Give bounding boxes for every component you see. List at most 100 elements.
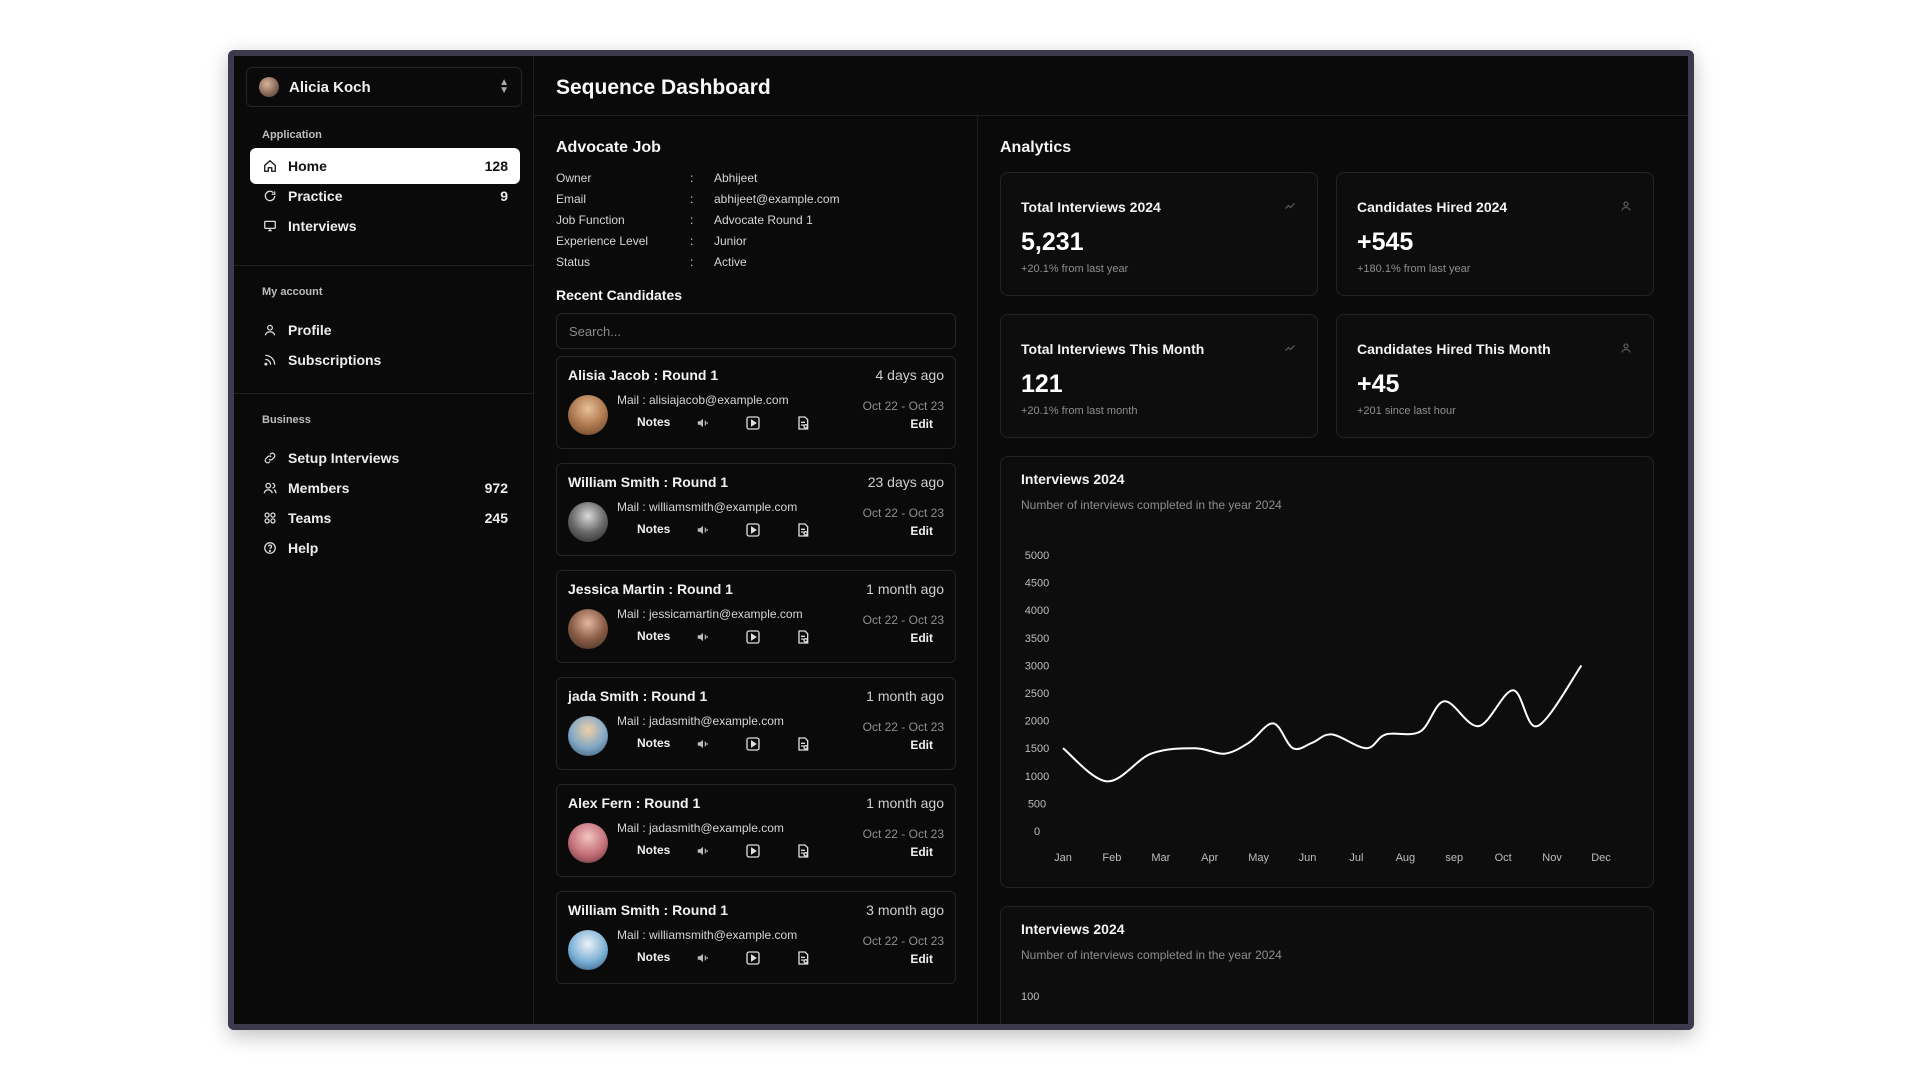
stat-subtext: +201 since last hour [1357,405,1456,417]
document-icon[interactable] [793,734,813,754]
refresh-icon [262,188,278,204]
help-icon [262,540,278,556]
sidebar-item-label: Setup Interviews [288,450,400,466]
notes-button[interactable]: Notes [637,950,670,964]
candidate-email: Mail : jessicamartin@example.com [617,607,803,621]
play-icon[interactable] [743,841,763,861]
sidebar-item-count: 9 [500,188,508,204]
y-tick-label: 3500 [1025,633,1049,645]
analytics-panel: Analytics Total Interviews 2024 5,231 +2… [978,116,1688,1024]
edit-button[interactable]: Edit [910,952,933,966]
document-icon[interactable] [793,841,813,861]
candidate-name: William Smith : Round 1 [568,902,729,918]
document-icon[interactable] [793,520,813,540]
job-field-experience: Experience Level : Junior [556,234,747,248]
candidate-email: Mail : jadasmith@example.com [617,821,784,835]
field-separator: : [690,255,694,269]
play-icon[interactable] [743,948,763,968]
avatar [259,77,279,97]
candidate-name: Jessica Martin : Round 1 [568,581,733,597]
stat-card-hired-this-month: Candidates Hired This Month +45 +201 sin… [1336,314,1654,438]
candidate-card[interactable]: Alisia Jacob : Round 1 4 days ago Mail :… [556,356,956,449]
edit-button[interactable]: Edit [910,845,933,859]
sidebar-item-label: Practice [288,188,343,204]
field-separator: : [690,213,694,227]
play-icon[interactable] [743,734,763,754]
document-icon[interactable] [793,413,813,433]
edit-button[interactable]: Edit [910,524,933,538]
stat-card-candidates-hired-2024: Candidates Hired 2024 +545 +180.1% from … [1336,172,1654,296]
notes-button[interactable]: Notes [637,843,670,857]
stat-title: Total Interviews 2024 [1021,199,1161,215]
notes-button[interactable]: Notes [637,629,670,643]
candidate-date-range: Oct 22 - Oct 23 [862,399,944,413]
divider [234,265,534,266]
candidate-card[interactable]: jada Smith : Round 1 1 month ago Mail : … [556,677,956,770]
candidate-card[interactable]: William Smith : Round 1 23 days ago Mail… [556,463,956,556]
x-tick-label: sep [1445,852,1463,864]
document-icon[interactable] [793,948,813,968]
divider [234,393,534,394]
candidate-time-ago: 23 days ago [867,474,944,490]
job-title: Advocate Job [556,139,661,156]
y-tick-label: 5000 [1025,550,1049,562]
notes-button[interactable]: Notes [637,736,670,750]
sidebar-item-interviews[interactable]: Interviews [250,208,520,244]
home-icon [262,158,278,174]
chart-card-interviews-2024: Interviews 2024 Number of interviews com… [1000,456,1654,888]
rss-icon [262,352,278,368]
play-icon[interactable] [743,627,763,647]
stat-subtext: +20.1% from last year [1021,263,1129,275]
x-tick-label: Jan [1054,852,1072,864]
play-icon[interactable] [743,413,763,433]
section-label-my-account: My account [262,286,323,298]
notes-button[interactable]: Notes [637,522,670,536]
y-tick-label: 4000 [1025,605,1049,617]
account-switcher[interactable]: Alicia Koch ▲ ▼ [246,67,522,107]
audio-icon[interactable] [693,413,713,433]
candidate-name: Alex Fern : Round 1 [568,795,701,811]
audio-icon[interactable] [693,734,713,754]
x-tick-label: Mar [1151,852,1170,864]
notes-button[interactable]: Notes [637,415,670,429]
sidebar-item-help[interactable]: Help [250,530,520,566]
field-value: Abhijeet [714,171,758,185]
candidate-card[interactable]: Alex Fern : Round 1 1 month ago Mail : j… [556,784,956,877]
sidebar-item-label: Interviews [288,218,357,234]
play-icon[interactable] [743,520,763,540]
sidebar-item-count: 972 [484,480,508,496]
trend-icon [1283,199,1297,213]
stat-title: Total Interviews This Month [1021,341,1205,357]
user-icon [1619,341,1633,355]
sidebar-item-label: Members [288,480,350,496]
audio-icon[interactable] [693,627,713,647]
sidebar-item-subscriptions[interactable]: Subscriptions [250,342,520,378]
stat-title: Candidates Hired This Month [1357,341,1551,357]
document-icon[interactable] [793,627,813,647]
grid-icon [262,510,278,526]
audio-icon[interactable] [693,948,713,968]
search-input[interactable]: Search... [556,313,956,349]
candidate-name: William Smith : Round 1 [568,474,729,490]
edit-button[interactable]: Edit [910,631,933,645]
field-value: Active [714,255,747,269]
candidate-email: Mail : alisiajacob@example.com [617,393,789,407]
audio-icon[interactable] [693,841,713,861]
job-field-email: Email : abhijeet@example.com [556,192,840,206]
field-value: Junior [714,234,747,248]
edit-button[interactable]: Edit [910,417,933,431]
candidate-card[interactable]: William Smith : Round 1 3 month ago Mail… [556,891,956,984]
search-placeholder: Search... [569,323,622,339]
sidebar-item-count: 128 [484,158,508,174]
candidate-email: Mail : jadasmith@example.com [617,714,784,728]
monitor-icon [262,218,278,234]
chart-card-interviews-2024-secondary: Interviews 2024 Number of interviews com… [1000,906,1654,1024]
candidate-name: jada Smith : Round 1 [568,688,708,704]
candidate-card[interactable]: Jessica Martin : Round 1 1 month ago Mai… [556,570,956,663]
x-tick-label: Feb [1102,852,1121,864]
candidate-email: Mail : williamsmith@example.com [617,928,798,942]
x-tick-label: Dec [1591,852,1611,864]
edit-button[interactable]: Edit [910,738,933,752]
candidate-date-range: Oct 22 - Oct 23 [862,720,944,734]
audio-icon[interactable] [693,520,713,540]
